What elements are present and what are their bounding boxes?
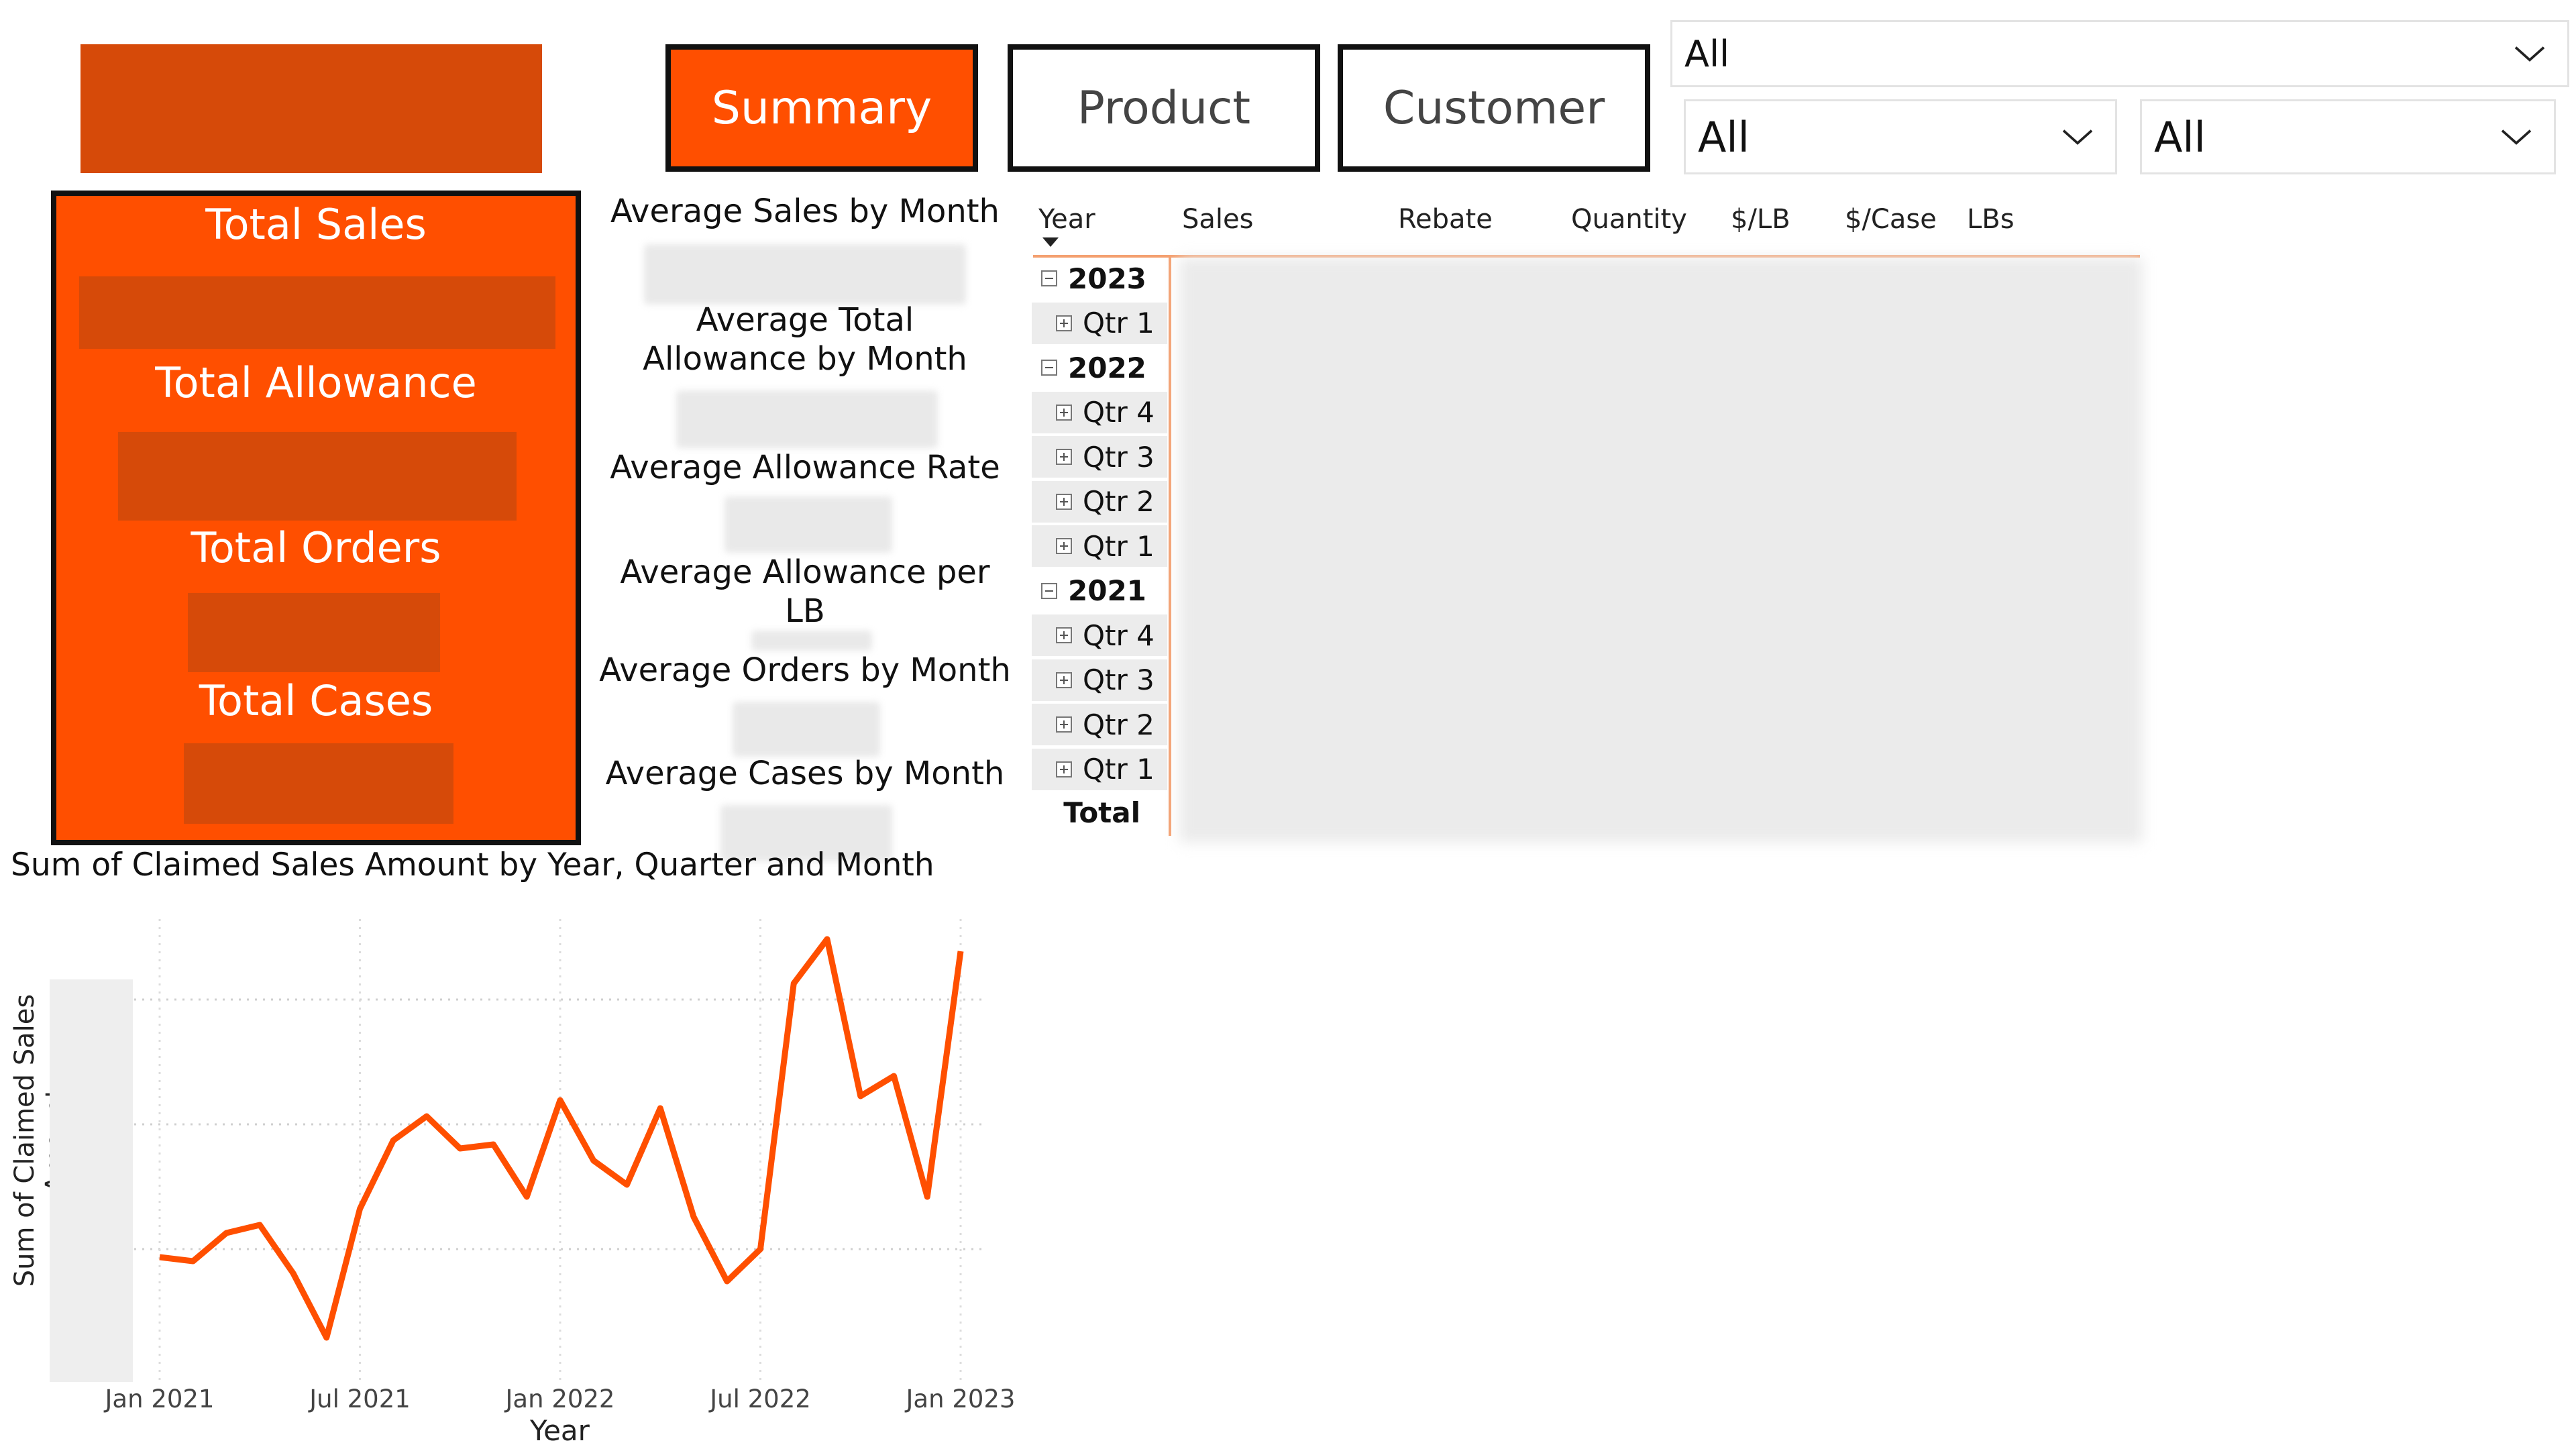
matrix-header-3[interactable]: Quantity	[1571, 204, 1687, 235]
matrix-row-label: Qtr 3	[1083, 663, 1155, 696]
avg-cases-label: Average Cases by Month	[605, 755, 1005, 792]
slicer-right-value: All	[2154, 112, 2206, 162]
expand-icon[interactable]	[1056, 627, 1072, 643]
matrix-header-2[interactable]: Rebate	[1398, 204, 1493, 235]
matrix-row-label: Qtr 2	[1083, 708, 1155, 741]
collapse-icon[interactable]	[1041, 360, 1057, 376]
total-cases-value	[184, 743, 453, 824]
summary-button[interactable]: Summary	[665, 44, 978, 172]
total-cases-label: Total Cases	[199, 676, 433, 725]
matrix-row-label: Qtr 4	[1083, 396, 1155, 429]
expand-icon[interactable]	[1056, 449, 1072, 465]
matrix-row-quarter[interactable]: Qtr 3	[1032, 436, 1167, 478]
avg-allowance-per-lb-value	[751, 631, 872, 651]
chart-x-axis-label: Year	[530, 1414, 590, 1447]
matrix-row-label: 2022	[1068, 351, 1146, 384]
avg-total-allowance-value	[676, 390, 938, 448]
customer-button[interactable]: Customer	[1338, 44, 1650, 172]
matrix-row-label: 2023	[1068, 262, 1146, 295]
matrix-row-year[interactable]: 2021	[1032, 570, 1167, 612]
avg-allowance-rate-label: Average Allowance Rate	[610, 449, 1000, 486]
chevron-down-icon	[2514, 46, 2545, 62]
collapse-icon[interactable]	[1041, 582, 1057, 599]
avg-total-allowance-label: Average Total Allowance by Month	[643, 301, 967, 378]
avg-allowance-per-lb-label: Average Allowance per LB	[620, 553, 990, 630]
slicer-dropdown-left[interactable]: All	[1684, 99, 2117, 174]
slicer-dropdown-top[interactable]: All	[1670, 20, 2569, 87]
avg-orders-label: Average Orders by Month	[599, 651, 1011, 689]
line-chart: Jan 2021 Jul 2021 Jan 2022 Jul 2022 Jan 2023	[50, 919, 1016, 1413]
avg-allowance-rate-value	[724, 496, 892, 553]
matrix-row-divider	[1169, 258, 1171, 836]
expand-icon[interactable]	[1056, 315, 1072, 331]
product-button[interactable]: Product	[1008, 44, 1320, 172]
total-sales-value	[79, 276, 555, 349]
matrix-row-quarter[interactable]: Qtr 1	[1032, 525, 1167, 567]
expand-icon[interactable]	[1056, 716, 1072, 733]
x-tick-label: Jul 2021	[308, 1385, 411, 1413]
x-tick-label: Jan 2023	[905, 1385, 1016, 1413]
chart-title: Sum of Claimed Sales Amount by Year, Qua…	[11, 847, 934, 883]
matrix-row-label: Qtr 4	[1083, 619, 1155, 652]
matrix-row-quarter[interactable]: Qtr 3	[1032, 659, 1167, 701]
expand-icon[interactable]	[1056, 404, 1072, 421]
matrix-row-year[interactable]: 2022	[1032, 347, 1167, 388]
x-tick-label: Jan 2022	[504, 1385, 615, 1413]
collapse-icon[interactable]	[1041, 270, 1057, 286]
matrix-row-label: Qtr 1	[1083, 307, 1155, 339]
matrix-row-label: Qtr 1	[1083, 753, 1155, 786]
total-orders-label: Total Orders	[191, 523, 441, 572]
expand-icon[interactable]	[1056, 672, 1072, 688]
matrix-row-quarter[interactable]: Qtr 4	[1032, 391, 1167, 433]
total-orders-value	[188, 593, 440, 672]
matrix-row-quarter[interactable]: Qtr 2	[1032, 480, 1167, 523]
chevron-down-icon	[2501, 129, 2532, 145]
matrix-row-quarter[interactable]: Qtr 1	[1032, 748, 1167, 790]
matrix-total-label: Total	[1063, 796, 1140, 829]
total-sales-label: Total Sales	[205, 200, 427, 249]
matrix-row-label: Qtr 2	[1083, 485, 1155, 518]
matrix-header-1[interactable]: Sales	[1182, 204, 1253, 235]
expand-icon[interactable]	[1056, 493, 1072, 510]
sort-desc-icon[interactable]	[1042, 237, 1059, 247]
matrix-row-quarter[interactable]: Qtr 4	[1032, 614, 1167, 656]
chevron-down-icon	[2062, 129, 2093, 145]
matrix-header-0[interactable]: Year	[1038, 204, 1095, 235]
matrix-row-quarter[interactable]: Qtr 1	[1032, 302, 1167, 344]
avg-orders-value	[733, 702, 880, 757]
slicer-left-value: All	[1698, 112, 1750, 162]
x-tick-label: Jan 2021	[104, 1385, 215, 1413]
matrix-row-label: Qtr 1	[1083, 529, 1155, 563]
slicer-dropdown-right[interactable]: All	[2140, 99, 2556, 174]
matrix-row-year[interactable]: 2023	[1032, 258, 1167, 299]
avg-sales-value	[644, 244, 966, 305]
x-tick-label: Jul 2022	[708, 1385, 811, 1413]
expand-icon[interactable]	[1056, 761, 1072, 777]
matrix-row-quarter[interactable]: Qtr 2	[1032, 704, 1167, 745]
slicer-top-value: All	[1684, 32, 1729, 75]
expand-icon[interactable]	[1056, 538, 1072, 554]
avg-sales-label: Average Sales by Month	[610, 193, 1000, 230]
matrix-header-6[interactable]: LBs	[1967, 204, 2015, 235]
company-logo	[80, 44, 542, 173]
matrix-header-5[interactable]: $/Case	[1845, 204, 1937, 235]
matrix-row-label: Qtr 3	[1083, 440, 1155, 474]
matrix-header-4[interactable]: $/LB	[1731, 204, 1790, 235]
total-allowance-value	[118, 432, 517, 521]
total-allowance-label: Total Allowance	[155, 358, 477, 407]
matrix-row-label: 2021	[1068, 574, 1146, 607]
matrix-values-blurred	[1179, 258, 2143, 843]
y-axis-tick-labels-blurred	[50, 979, 133, 1382]
